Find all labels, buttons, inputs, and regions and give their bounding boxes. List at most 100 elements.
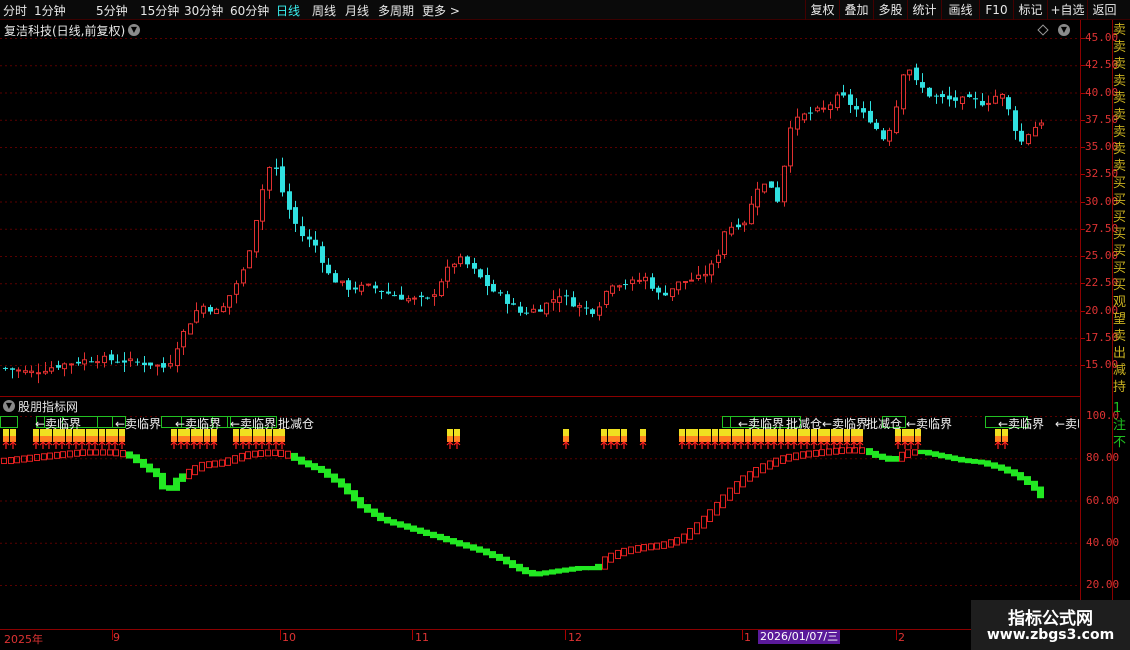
candlestick-chart[interactable]	[0, 20, 1080, 396]
signal-arrow	[691, 441, 699, 449]
signal-block-shade	[778, 436, 784, 442]
indicator-bar-rising	[635, 545, 641, 553]
signal-arrow	[764, 441, 772, 449]
indicator-bar-falling	[1024, 476, 1031, 486]
indicator-bar-falling	[390, 519, 397, 526]
signal-text: 批减仓	[786, 416, 822, 431]
candle-down	[465, 256, 470, 265]
date-label-nov: 11	[415, 631, 429, 644]
candle-up	[670, 288, 675, 298]
candle-up	[742, 222, 747, 226]
candle-down	[524, 312, 529, 314]
candle-down	[623, 284, 628, 286]
signal-arrow	[744, 441, 752, 449]
signal-arrow	[613, 441, 621, 449]
signal-arrow	[731, 441, 739, 449]
signal-block-shade	[824, 436, 830, 442]
signal-block-shade	[119, 436, 125, 442]
signal-block-shade	[804, 436, 810, 442]
indicator-bar-falling	[569, 566, 576, 572]
date-label-jan: 1	[744, 631, 751, 644]
candle-down	[980, 100, 985, 106]
candle-down	[571, 297, 576, 307]
candle-up	[62, 363, 67, 370]
signal-block-shade	[447, 436, 453, 442]
signal-block-shade	[106, 436, 112, 442]
indicator-bar-falling	[404, 523, 411, 530]
signal-block-shade	[112, 436, 118, 442]
indicator-bar-rising	[668, 539, 674, 548]
candle-down	[769, 181, 774, 188]
indicator-bar-rising	[727, 487, 733, 501]
candle-up	[175, 348, 180, 367]
signal-text: ←卖临界	[906, 417, 952, 431]
candle-down	[485, 274, 490, 287]
indicator-bar-falling	[1004, 466, 1011, 474]
candle-up	[1000, 93, 1005, 99]
indicator-bar-falling	[140, 458, 147, 468]
candle-down	[333, 273, 338, 283]
candle-up	[412, 297, 417, 300]
watermark: 指标公式网 www.zbgs3.com	[971, 600, 1130, 650]
signal-block-shade	[240, 436, 246, 442]
signal-arrow	[901, 441, 909, 449]
candle-down	[854, 106, 859, 110]
indicator-bar-falling	[575, 565, 582, 571]
indicator-bar-rising	[74, 449, 80, 457]
signal-block-shade	[211, 436, 217, 442]
indicator-bar-falling	[879, 453, 886, 460]
indicator-bar-falling	[1017, 472, 1024, 481]
indicator-bar-rising	[239, 452, 245, 462]
candle-up	[749, 203, 754, 225]
indicator-bar-rising	[113, 449, 119, 457]
signal-arrow	[797, 441, 805, 449]
signal-arrow	[790, 441, 798, 449]
indicator-bar-falling	[522, 567, 529, 575]
indicator-bar-rising	[87, 449, 93, 456]
candle-up	[637, 279, 642, 282]
indicator-bar-rising	[245, 451, 251, 460]
indicator-bar-falling	[443, 535, 450, 543]
signal-block-shade	[785, 436, 791, 442]
indicator-bar-falling	[463, 542, 470, 549]
signal-block-shade	[601, 436, 607, 442]
indicator-bar-rising	[27, 454, 33, 462]
indicator-bar-falling	[542, 570, 549, 576]
indicator-bar-falling	[159, 472, 166, 490]
indicator-bar-falling	[496, 553, 503, 561]
candle-up	[95, 361, 100, 364]
indicator-bar-rising	[734, 481, 740, 494]
indicator-bar-falling	[872, 450, 879, 458]
signal-block-shade	[752, 436, 758, 442]
signal-block-shade	[10, 436, 16, 442]
candle-down	[848, 94, 853, 105]
indicator-bar-rising	[14, 456, 20, 464]
signal-arrow	[453, 441, 461, 449]
signal-arrow	[170, 441, 178, 449]
indicator-bar-rising	[615, 549, 621, 560]
indicator-bar-rising	[641, 544, 647, 552]
indicator-bar-rising	[628, 546, 634, 555]
signal-arrow	[678, 441, 686, 449]
signal-arrow	[183, 441, 191, 449]
indicator-bar-falling	[925, 449, 932, 456]
candle-up	[709, 263, 714, 276]
signal-block-shade	[279, 436, 285, 442]
indicator-bar-rising	[826, 448, 832, 456]
date-label-2025: 2025年	[4, 633, 43, 646]
indicator-bar-rising	[199, 461, 205, 472]
candle-up	[128, 358, 133, 362]
indicator-bar-falling	[932, 451, 939, 457]
signal-block-shade	[99, 436, 105, 442]
indicator-bar-rising	[747, 471, 753, 482]
signal-block-shade	[233, 436, 239, 442]
candle-down	[425, 297, 430, 299]
indicator-bar-falling	[146, 463, 153, 473]
candle-up	[604, 290, 609, 306]
indicator-bar-rising	[800, 451, 806, 459]
candle-down	[280, 166, 285, 193]
candle-up	[439, 281, 444, 297]
candle-up	[821, 107, 826, 110]
indicator-chart[interactable]: ←卖临界 ←卖临界 ←卖临界 ←卖临界 批减仓 ←卖临界 批减仓 ←卖临界批减仓 ←卖临界 ←卖临…	[0, 397, 1080, 630]
candle-up	[49, 367, 54, 372]
